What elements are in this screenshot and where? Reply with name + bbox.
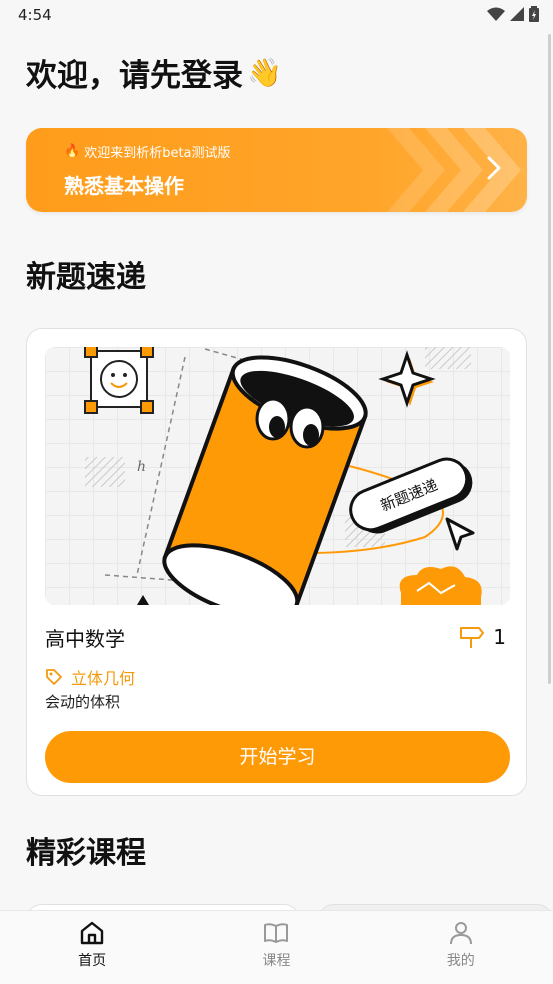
card-signpost-count: 1	[459, 625, 506, 649]
height-label: h	[137, 459, 146, 475]
greeting-text: 欢迎，请先登录	[26, 58, 243, 94]
status-time: 4:54	[18, 6, 52, 24]
nav-label-courses: 课程	[262, 953, 291, 969]
cylinder-illustration: h r	[45, 347, 510, 605]
status-icons	[487, 6, 539, 22]
wifi-icon	[487, 7, 505, 21]
signpost-icon	[460, 627, 485, 648]
wave-emoji: 👋	[247, 56, 282, 89]
banner-chevron-decoration	[387, 128, 521, 212]
section-title-new-topics: 新题速递	[26, 260, 146, 295]
topic-illustration: h r	[45, 347, 510, 605]
bottom-navigation: 首页 课程 我的	[0, 910, 553, 984]
banner-subtitle: 🔥 欢迎来到析析beta测试版	[64, 142, 231, 161]
card-tag-label: 立体几何	[71, 669, 136, 688]
signal-icon	[510, 7, 524, 21]
status-bar: 4:54	[0, 0, 553, 30]
nav-item-courses[interactable]: 课程	[184, 911, 368, 984]
card-description: 会动的体积	[45, 693, 121, 711]
welcome-banner[interactable]: 🔥 欢迎来到析析beta测试版 熟悉基本操作	[26, 128, 527, 212]
nav-item-profile[interactable]: 我的	[369, 911, 553, 984]
scroll-indicator[interactable]	[548, 34, 551, 684]
person-icon	[449, 922, 472, 945]
book-icon	[264, 923, 289, 943]
banner-subtitle-text: 欢迎来到析析beta测试版	[84, 146, 231, 161]
topic-card[interactable]: h r	[26, 328, 527, 796]
chevron-right-icon	[487, 156, 501, 180]
card-tag: 立体几何	[45, 665, 135, 689]
card-subject: 高中数学	[45, 627, 125, 651]
nav-label-profile: 我的	[446, 953, 475, 969]
section-title-featured-courses: 精彩课程	[26, 836, 146, 871]
greeting-heading[interactable]: 欢迎，请先登录 👋	[26, 50, 282, 95]
card-count: 1	[493, 625, 506, 649]
fire-icon: 🔥	[64, 144, 81, 159]
home-icon	[80, 921, 104, 945]
banner-title: 熟悉基本操作	[64, 174, 184, 198]
nav-item-home[interactable]: 首页	[0, 911, 184, 984]
tag-icon	[46, 669, 62, 685]
nav-label-home: 首页	[78, 953, 107, 969]
start-learning-button[interactable]: 开始学习	[45, 731, 510, 783]
battery-icon	[529, 6, 539, 22]
